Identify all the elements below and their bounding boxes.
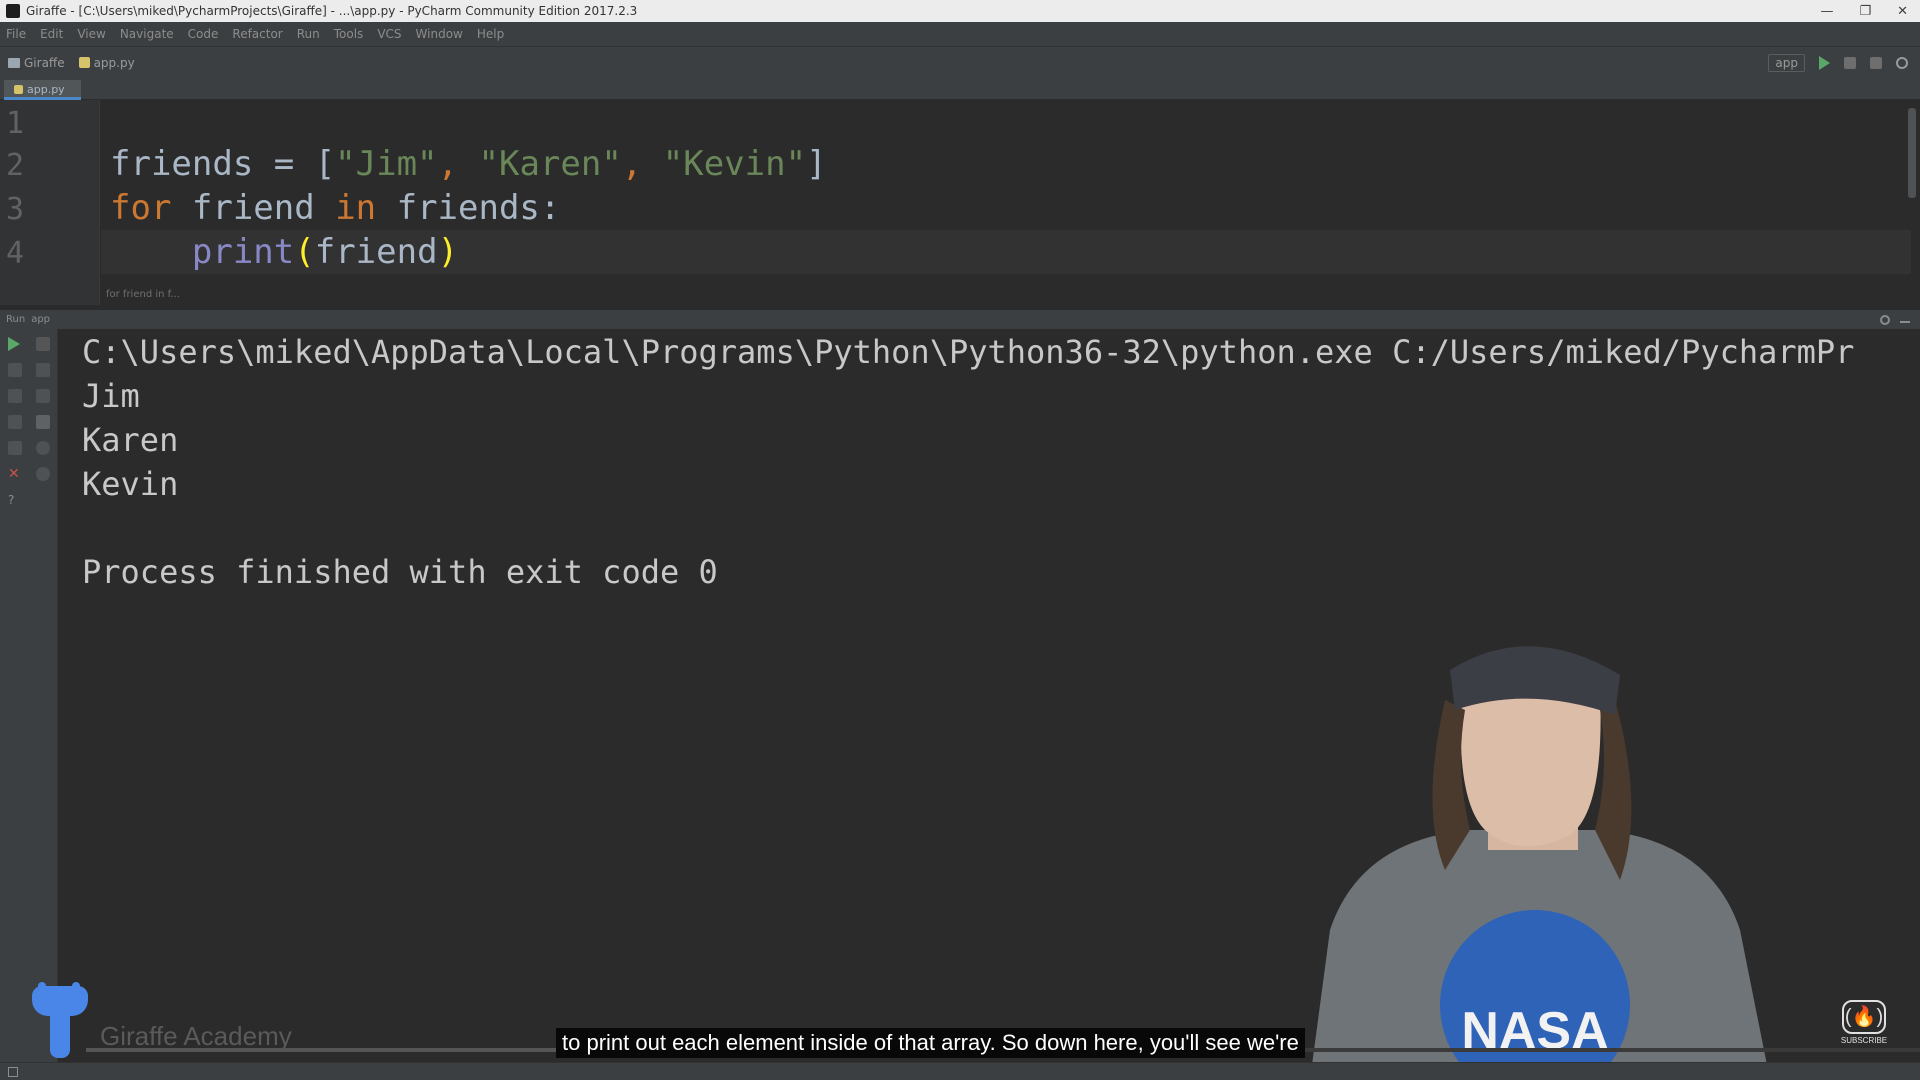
stop-icon[interactable] <box>1870 56 1882 69</box>
restore-icon[interactable]: ❐ <box>1859 4 1871 19</box>
subscribe-button[interactable]: (🔥) SUBSCRIBE <box>1836 1000 1892 1050</box>
menu-file[interactable]: File <box>6 27 26 41</box>
breadcrumb-file[interactable]: app.py <box>78 55 135 70</box>
console-line: Jim <box>82 377 140 415</box>
code-line-2: friends = ["Jim", "Karen", "Kevin"] <box>110 144 827 184</box>
line-number: 4 <box>6 236 25 271</box>
code-editor[interactable]: 1 2 3 4 friends = ["Jim", "Karen", "Kevi… <box>0 100 1920 305</box>
gear-icon[interactable] <box>1880 314 1890 325</box>
menu-window[interactable]: Window <box>416 27 463 41</box>
run-panel-label: Run <box>6 314 26 325</box>
editor-tabs: app.py <box>0 78 1920 100</box>
status-bar <box>0 1062 1920 1080</box>
rerun-icon[interactable] <box>8 337 20 351</box>
giraffe-logo-icon <box>24 982 94 1060</box>
stop-icon[interactable] <box>36 337 50 351</box>
pin-icon[interactable] <box>8 441 22 455</box>
window-title: Giraffe - [C:\Users\miked\PycharmProject… <box>26 4 638 18</box>
help-icon[interactable]: ? <box>8 493 22 507</box>
run-panel-config[interactable]: app <box>31 314 50 325</box>
console-line: Kevin <box>82 465 179 503</box>
navigation-bar: Giraffe app.py app <box>0 46 1920 78</box>
menu-help[interactable]: Help <box>477 27 504 41</box>
line-number: 3 <box>6 192 25 227</box>
folder-icon <box>8 57 20 68</box>
breadcrumb-project[interactable]: Giraffe <box>8 56 65 70</box>
menu-edit[interactable]: Edit <box>40 27 63 41</box>
tool-windows-icon[interactable] <box>8 1066 18 1077</box>
menu-refactor[interactable]: Refactor <box>232 27 282 41</box>
run-play-icon[interactable] <box>1819 55 1830 70</box>
hide-panel-icon[interactable] <box>1900 320 1910 323</box>
print-icon[interactable] <box>36 415 50 429</box>
close-icon[interactable]: ✕ <box>1897 4 1908 19</box>
run-toolbar: ✕ ? <box>0 329 58 1073</box>
menu-tools[interactable]: Tools <box>334 27 364 41</box>
console-line: Karen <box>82 421 179 459</box>
subscribe-label: SUBSCRIBE <box>1840 1036 1888 1045</box>
code-line-4: print(friend) <box>191 232 459 272</box>
soft-wrap-icon[interactable] <box>36 389 50 403</box>
close-icon[interactable]: ✕ <box>8 467 22 481</box>
scroll-end-icon[interactable] <box>8 415 22 429</box>
breadcrumb-file-label: app.py <box>93 55 135 70</box>
console-line: Process finished with exit code 0 <box>82 553 718 591</box>
line-number: 2 <box>6 148 25 183</box>
menu-navigate[interactable]: Navigate <box>120 27 174 41</box>
tab-label: app.py <box>27 83 65 96</box>
window-titlebar: Giraffe - [C:\Users\miked\PycharmProject… <box>0 0 1920 22</box>
run-config-select[interactable]: app <box>1768 53 1805 72</box>
minimize-icon[interactable]: — <box>1820 4 1833 19</box>
menu-vcs[interactable]: VCS <box>377 27 401 41</box>
run-panel-header: Run app <box>0 309 1920 329</box>
breadcrumb-hint: for friend in f... <box>106 289 180 300</box>
menu-run[interactable]: Run <box>297 27 320 41</box>
python-file-icon <box>14 85 23 94</box>
console-line: C:\Users\miked\AppData\Local\Programs\Py… <box>82 333 1855 371</box>
freecodecamp-icon: (🔥) <box>1842 1000 1886 1034</box>
settings-icon[interactable] <box>36 467 50 481</box>
editor-scrollbar[interactable] <box>1908 108 1916 198</box>
presenter-video: NASA <box>1310 646 1770 1080</box>
line-number-gutter: 1 2 3 4 <box>0 100 100 305</box>
video-caption: to print out each element inside of that… <box>556 1028 1305 1058</box>
python-file-icon <box>78 57 90 68</box>
breadcrumb-project-label: Giraffe <box>24 55 65 70</box>
up-icon[interactable] <box>8 363 22 377</box>
pause-icon[interactable] <box>8 389 22 403</box>
down-icon[interactable] <box>36 363 50 377</box>
pycharm-icon <box>6 4 20 18</box>
presenter-face <box>1460 690 1601 847</box>
clear-icon[interactable] <box>36 441 50 455</box>
tab-app-py[interactable]: app.py <box>4 80 81 100</box>
video-progress-fill <box>86 1048 637 1052</box>
debug-icon[interactable] <box>1844 56 1856 69</box>
search-icon[interactable] <box>1896 56 1908 69</box>
menu-code[interactable]: Code <box>188 27 219 41</box>
code-line-3: for friend in friends: <box>110 188 561 228</box>
line-number: 1 <box>6 106 25 141</box>
menu-view[interactable]: View <box>77 27 105 41</box>
watermark-text: Giraffe Academy <box>100 1020 292 1051</box>
menu-bar: File Edit View Navigate Code Refactor Ru… <box>0 22 1920 46</box>
